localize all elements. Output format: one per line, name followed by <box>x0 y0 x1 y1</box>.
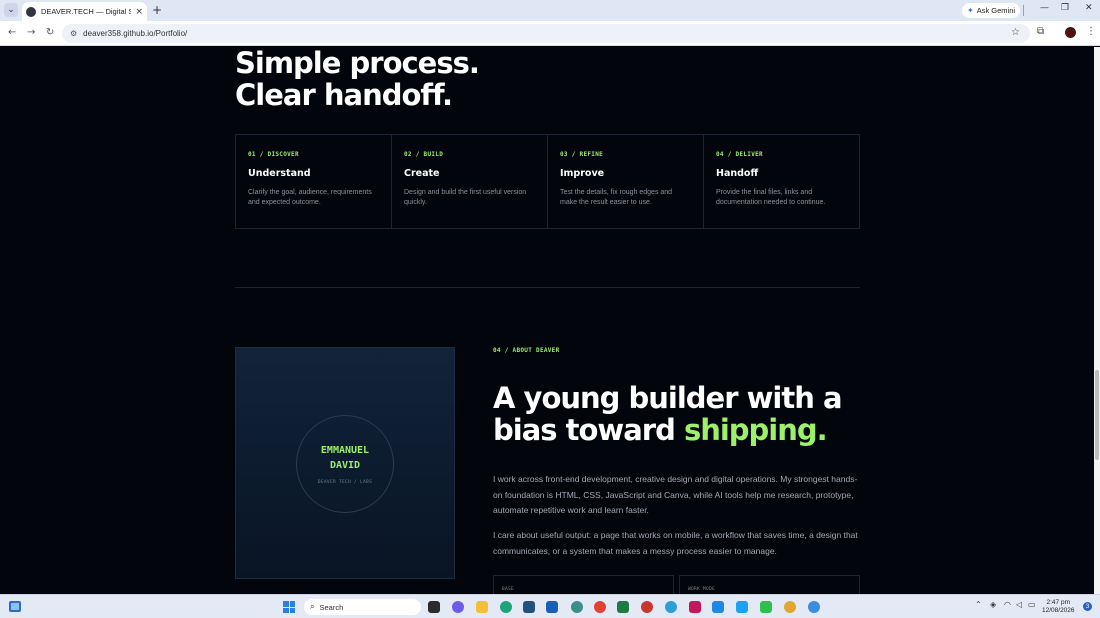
vscode-app-icon[interactable] <box>712 601 724 613</box>
step-description: Clarify the goal, audience, requirements… <box>248 189 372 206</box>
info-card-work-mode: WORK MODE <box>679 575 860 594</box>
card-label: BASE <box>502 587 515 592</box>
gemini-star-icon: ✦ <box>967 6 974 15</box>
portrait-ring: EMMANUEL DAVID DEAVER TECH / LABS <box>296 415 394 513</box>
portrait-name: EMMANUEL DAVID <box>321 443 369 473</box>
back-icon[interactable]: ← <box>8 27 16 38</box>
about-heading-line2: bias toward shipping. <box>493 414 842 446</box>
about-paragraph-1: I work across front-end development, cre… <box>493 474 858 515</box>
portrait-name-line2: DAVID <box>329 460 361 471</box>
forward-icon[interactable]: → <box>27 27 35 38</box>
step-label: 02 / BUILD <box>404 151 444 158</box>
section-divider <box>235 287 860 288</box>
about-paragraph-2: I care about useful output: a page that … <box>493 530 858 556</box>
tab-title: DEAVER.TECH — Digital System <box>41 7 132 16</box>
process-step-deliver: 04 / DELIVER Handoff Provide the final f… <box>704 135 859 228</box>
process-step-build: 02 / BUILD Create Design and build the f… <box>392 135 548 228</box>
site-favicon-icon <box>26 6 36 17</box>
portrait-name-line1: EMMANUEL <box>320 445 370 456</box>
step-description: Design and build the first useful versio… <box>404 189 527 206</box>
search-icon: ⌕ <box>310 602 315 611</box>
edge-browser-icon[interactable] <box>500 601 512 613</box>
process-steps: 01 / DISCOVER Understand Clarify the goa… <box>235 134 860 229</box>
tray-app-icon[interactable]: ◈ <box>990 600 996 609</box>
telegram-app-icon[interactable] <box>665 601 677 613</box>
about-heading-accent: shipping. <box>683 413 828 447</box>
twitter-app-icon[interactable] <box>736 601 748 613</box>
step-description: Test the details, fix rough edges and ma… <box>560 189 673 206</box>
tray-overflow-icon[interactable]: ⌃ <box>975 600 982 609</box>
clock-date: 12/08/2026 <box>1042 607 1075 614</box>
browser-tab-bar: ⌄ DEAVER.TECH — Digital System × + ✦ Ask… <box>0 0 1100 21</box>
about-heading-prefix: bias toward <box>493 413 684 447</box>
process-heading-line2: Clear handoff. <box>235 78 453 112</box>
reload-icon[interactable]: ↻ <box>46 27 54 38</box>
about-heading: A young builder with a bias toward shipp… <box>493 381 843 446</box>
browser-tab-active[interactable]: DEAVER.TECH — Digital System × <box>22 2 147 21</box>
tab-close-icon[interactable]: × <box>135 7 143 17</box>
tab-search-menu-icon[interactable]: ⌄ <box>4 3 18 17</box>
wifi-icon[interactable]: ◠ <box>1004 600 1011 609</box>
restore-button[interactable]: ❐ <box>1061 3 1069 13</box>
acrobat-app-icon[interactable] <box>689 601 701 613</box>
process-step-refine: 03 / REFINE Improve Test the details, fi… <box>548 135 704 228</box>
ask-gemini-label: Ask Gemini <box>976 6 1016 15</box>
chrome-app-icon[interactable] <box>784 601 796 613</box>
step-title: Handoff <box>716 168 759 179</box>
profile-avatar[interactable] <box>1065 27 1076 38</box>
process-heading: Simple process. Clear handoff. <box>235 47 480 112</box>
step-title: Improve <box>560 168 605 179</box>
clock-time: 2:47 pm <box>1046 599 1071 606</box>
bookmark-star-icon[interactable]: ☆ <box>1011 27 1020 38</box>
terminal-app-icon[interactable] <box>428 601 440 613</box>
step-title: Create <box>404 168 440 179</box>
taskbar-search[interactable]: ⌕ Search <box>304 599 421 615</box>
pdf-app-icon[interactable] <box>641 601 653 613</box>
about-section-label: 04 / ABOUT DEAVER <box>493 347 560 354</box>
info-card-base: BASE <box>493 575 674 594</box>
step-label: 04 / DELIVER <box>716 151 763 158</box>
browser-toolbar: ← → ↻ ⚙ deaver358.github.io/Portfolio/ ☆… <box>0 21 1100 46</box>
process-heading-line1: Simple process. <box>235 47 480 80</box>
minimize-button[interactable]: — <box>1040 3 1049 13</box>
step-title: Understand <box>248 168 311 179</box>
chrome-active-app-icon[interactable] <box>808 601 820 613</box>
step-label: 03 / REFINE <box>560 151 604 158</box>
portrait-card: EMMANUEL DAVID DEAVER TECH / LABS <box>235 347 455 579</box>
volume-icon[interactable]: ◁ <box>1016 600 1022 609</box>
taskbar-clock[interactable]: 2:47 pm 12/08/2026 <box>1042 599 1075 615</box>
google-app-icon[interactable] <box>594 601 606 613</box>
taskbar-search-placeholder: Search <box>319 602 344 612</box>
card-label: WORK MODE <box>688 587 716 592</box>
widgets-icon[interactable] <box>9 601 21 612</box>
page-scrollbar[interactable] <box>1094 47 1100 594</box>
chat-app-icon[interactable] <box>452 601 464 613</box>
page-viewport: Simple process. Clear handoff. 01 / DISC… <box>0 47 1094 594</box>
store-app-icon[interactable] <box>523 601 535 613</box>
step-label: 01 / DISCOVER <box>248 151 299 158</box>
process-step-discover: 01 / DISCOVER Understand Clarify the goa… <box>236 135 392 228</box>
battery-icon[interactable]: ▭ <box>1028 600 1036 609</box>
outlook-app-icon[interactable] <box>546 601 558 613</box>
url-text[interactable]: deaver358.github.io/Portfolio/ <box>83 29 187 38</box>
browser-menu-icon[interactable]: ⋮ <box>1086 26 1096 37</box>
notification-badge[interactable]: 3 <box>1083 602 1092 611</box>
windows-taskbar: ⌕ Search ⌃ ◈ ◠ ◁ ▭ 2:47 pm 12/08/2026 3 <box>0 594 1100 618</box>
start-menu-icon[interactable] <box>283 601 295 613</box>
copilot-app-icon[interactable] <box>571 601 583 613</box>
excel-app-icon[interactable] <box>617 601 629 613</box>
site-info-icon[interactable]: ⚙ <box>70 29 77 38</box>
address-bar[interactable]: ⚙ deaver358.github.io/Portfolio/ ☆ <box>62 24 1030 43</box>
whatsapp-app-icon[interactable] <box>760 601 772 613</box>
close-window-button[interactable]: ✕ <box>1085 3 1093 13</box>
extensions-icon[interactable]: ⧉ <box>1037 26 1044 37</box>
window-controls-divider <box>1023 5 1024 16</box>
about-heading-line1: A young builder with a <box>493 381 843 415</box>
ask-gemini-button[interactable]: ✦ Ask Gemini <box>962 3 1021 18</box>
scrollbar-thumb[interactable] <box>1095 370 1099 460</box>
step-description: Provide the final files, links and docum… <box>716 189 826 206</box>
new-tab-button[interactable]: + <box>152 3 162 17</box>
file-explorer-icon[interactable] <box>476 601 488 613</box>
portrait-subtitle: DEAVER TECH / LABS <box>317 480 373 485</box>
